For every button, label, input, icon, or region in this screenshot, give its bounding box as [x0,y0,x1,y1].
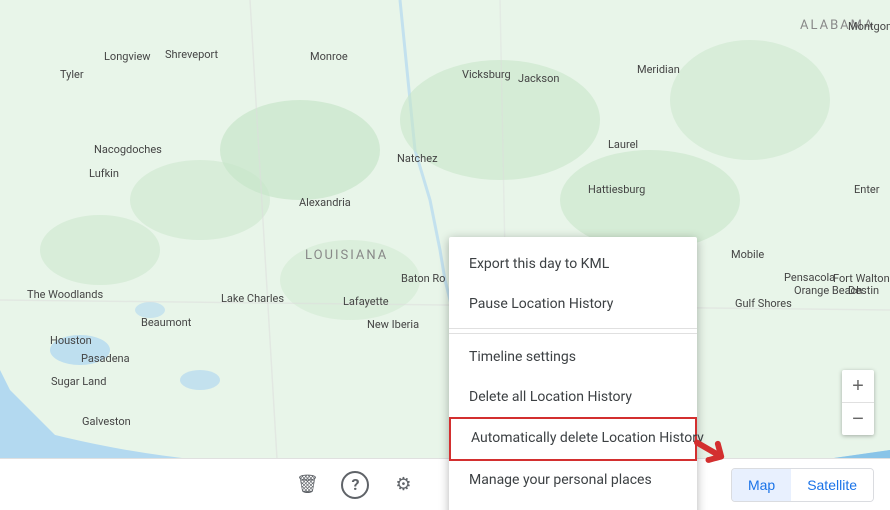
settings-icon-button[interactable]: ⚙ [385,467,421,503]
zoom-in-button[interactable]: + [842,370,874,402]
menu-item-timeline-settings[interactable]: Timeline settings [449,338,697,378]
map-type-map-button[interactable]: Map [732,469,791,501]
trash-icon-button[interactable]: 🗑 [289,467,325,503]
help-icon-button[interactable]: ? [341,471,369,499]
map-type-satellite-button[interactable]: Satellite [791,469,873,501]
menu-item-delete-all[interactable]: Delete all Location History [449,378,697,418]
map-container: ALABAMALOUISIANAShreveportMonroeLongview… [0,0,890,510]
context-menu: Export this day to KMLPause Location His… [449,237,697,510]
map-type-toggle: Map Satellite [731,468,874,502]
map-background [0,0,890,510]
menu-item-auto-delete[interactable]: Automatically delete Location History [449,417,697,461]
zoom-controls: + − [842,370,874,435]
zoom-out-button[interactable]: − [842,403,874,435]
menu-item-export-kml[interactable]: Export this day to KML [449,245,697,285]
menu-item-download-data[interactable]: Download a copy of all your data [449,501,697,510]
bottom-toolbar: 🗑 ? ⚙ Map Satellite [0,458,890,510]
menu-item-manage-places[interactable]: Manage your personal places [449,461,697,501]
menu-item-pause-history[interactable]: Pause Location History [449,285,697,325]
